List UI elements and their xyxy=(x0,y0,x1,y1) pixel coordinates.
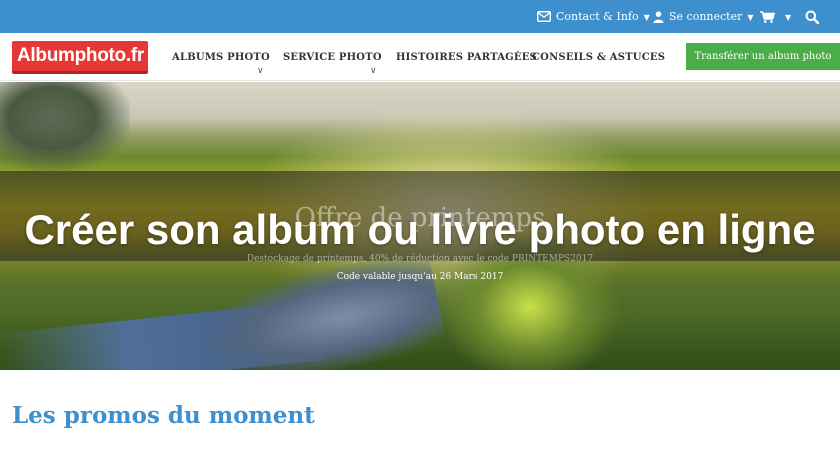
nav-item-albums-photo[interactable]: ALBUMS PHOTO ∨ xyxy=(172,33,270,81)
contact-info-label: Contact & Info xyxy=(556,10,639,23)
transfer-album-button[interactable]: Transférer un album photo xyxy=(686,43,840,70)
nav-item-histoires-partagees[interactable]: HISTOIRES PARTAGÉES xyxy=(396,33,537,81)
user-icon xyxy=(653,10,664,23)
chevron-down-icon: ▼ xyxy=(643,13,650,22)
chevron-down-icon: ∨ xyxy=(370,66,377,76)
login-link[interactable]: Se connecter ▼ xyxy=(653,0,754,33)
offer-validity: Code valable jusqu'au 26 Mars 2017 xyxy=(336,272,504,282)
site-logo[interactable]: Albumphoto.fr xyxy=(12,41,148,71)
offer-subtitle: Destockage de printemps, 40% de réductio… xyxy=(246,254,594,264)
chevron-down-icon: ∨ xyxy=(257,66,264,76)
nav-item-label: SERVICE PHOTO xyxy=(283,51,382,63)
nav-item-conseils-astuces[interactable]: CONSEILS & ASTUCES xyxy=(532,33,665,81)
search-icon xyxy=(805,10,819,24)
search-button[interactable] xyxy=(805,0,824,33)
envelope-icon xyxy=(537,11,551,22)
cart-icon xyxy=(760,10,775,23)
contact-info-link[interactable]: Contact & Info ▼ xyxy=(537,0,650,33)
nav-item-service-photo[interactable]: SERVICE PHOTO ∨ xyxy=(283,33,382,81)
login-label: Se connecter xyxy=(669,10,743,23)
hero-banner[interactable]: Offre de printemps Destockage de printem… xyxy=(0,82,840,370)
nav-item-label: HISTOIRES PARTAGÉES xyxy=(396,51,537,63)
nav-item-label: ALBUMS PHOTO xyxy=(172,51,270,63)
cart-button[interactable]: ▼ xyxy=(760,0,791,33)
main-navbar: Albumphoto.fr ALBUMS PHOTO ∨ SERVICE PHO… xyxy=(0,33,840,81)
nav-item-label: CONSEILS & ASTUCES xyxy=(532,51,666,63)
top-utility-bar: Contact & Info ▼ Se connecter ▼ ▼ xyxy=(0,0,840,33)
chevron-down-icon: ▼ xyxy=(747,13,754,22)
hero-headline: Créer son album ou livre photo en ligne xyxy=(24,206,816,253)
promos-section-title: Les promos du moment xyxy=(12,402,315,429)
chevron-down-icon: ▼ xyxy=(785,13,792,22)
hero-background-trees xyxy=(0,82,130,172)
